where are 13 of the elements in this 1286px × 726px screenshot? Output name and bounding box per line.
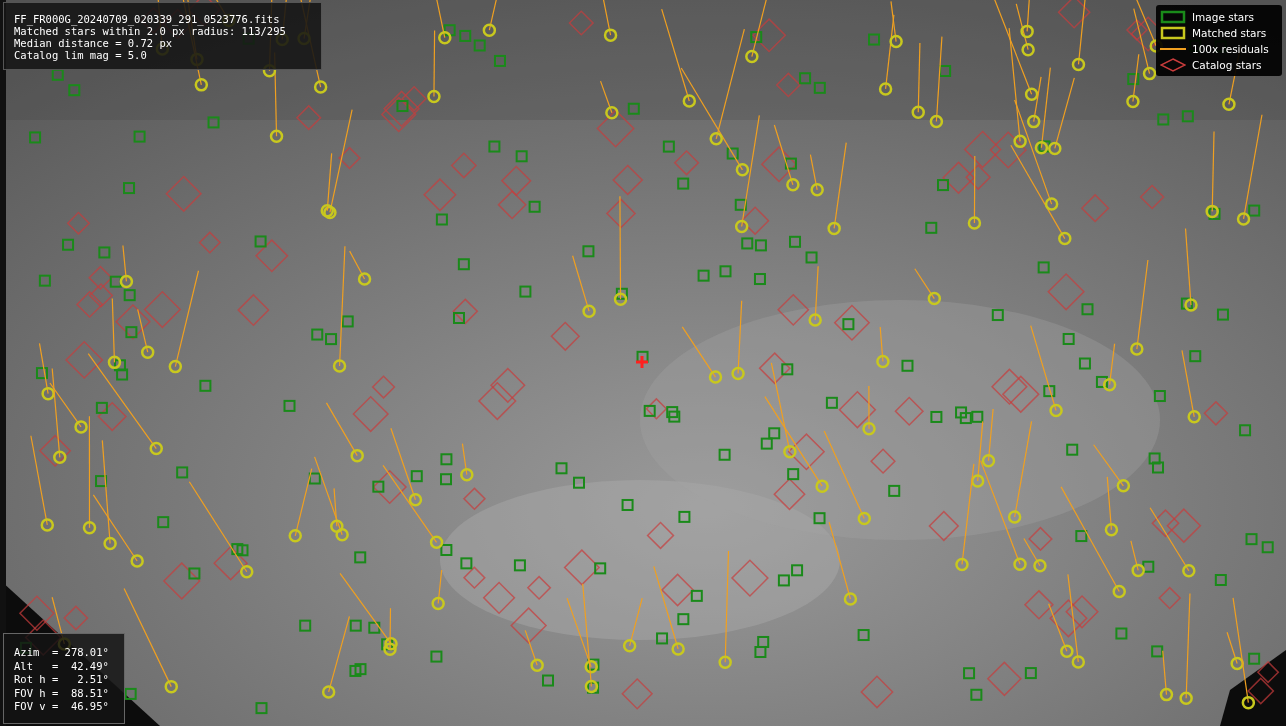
legend-label: Matched stars [1192,26,1267,39]
legend-label: Image stars [1192,10,1255,23]
pointing-text: Azim = 278.01° [14,646,110,658]
info-text: Catalog lim mag = 5.0 [14,49,148,61]
pointing-text: Alt = 42.49° [14,659,110,672]
info-text: Median distance = 0.72 px [14,37,174,49]
info-text: Matched stars within 2.0 px radius: 113/295 [14,25,287,37]
pointing-text: FOV v = 46.95° [14,700,110,712]
info-text: FF_FR000G_20240709_020339_291_0523776.fits [14,13,281,25]
pointing-text: Rot h = 2.51° [14,673,110,685]
legend-label: 100x residuals [1192,42,1269,55]
legend-label: Catalog stars [1192,58,1262,71]
pointing-text: FOV h = 88.51° [14,686,110,699]
